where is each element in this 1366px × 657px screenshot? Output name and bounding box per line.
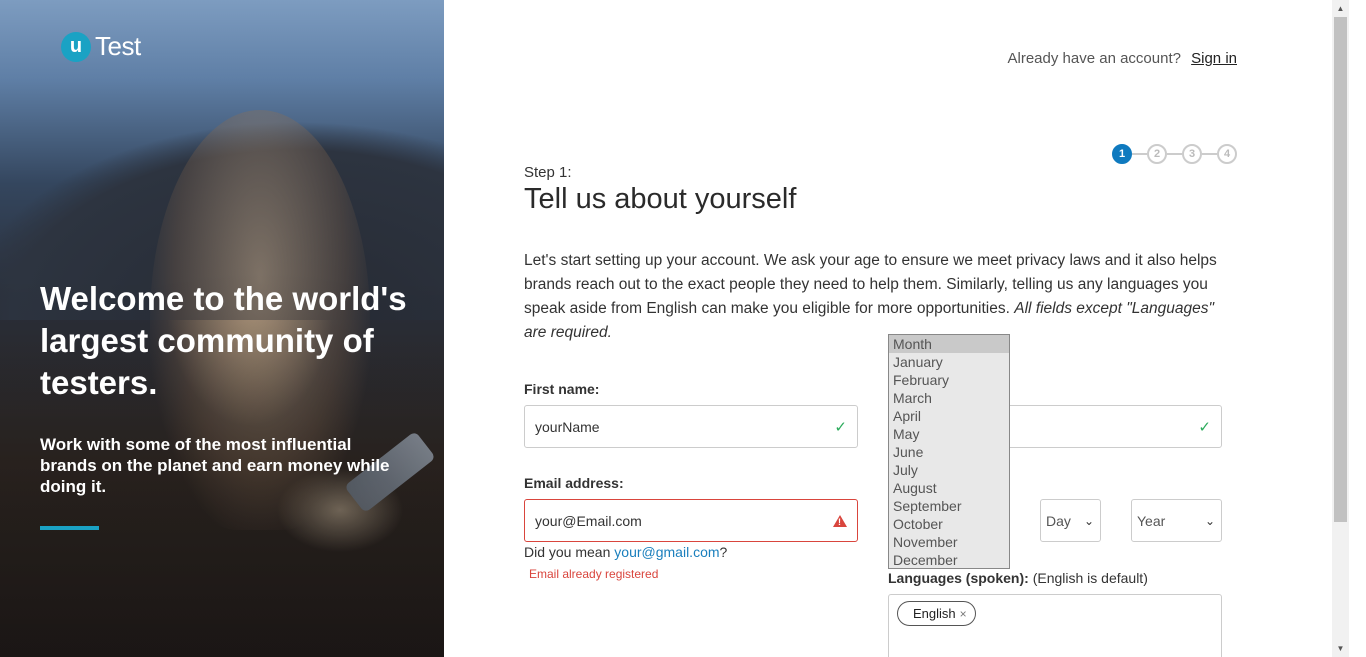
email-value: your@Email.com <box>535 512 642 529</box>
scroll-thumb[interactable] <box>1334 17 1347 522</box>
month-option[interactable]: April <box>889 407 1009 425</box>
first-name-value: yourName <box>535 418 600 435</box>
month-option[interactable]: January <box>889 353 1009 371</box>
email-suggestion: Did you mean your@gmail.com? <box>524 544 727 560</box>
month-option[interactable]: September <box>889 497 1009 515</box>
hero-panel: u Test Welcome to the world's largest co… <box>0 0 444 657</box>
check-icon: ✓ <box>834 418 847 436</box>
intro-text: Let's start setting up your account. We … <box>524 249 1234 345</box>
step-label: Step 1: <box>524 164 572 181</box>
language-chip[interactable]: English × <box>897 601 976 626</box>
month-dropdown-list[interactable]: Month January February March April May J… <box>888 334 1010 569</box>
first-name-label: First name: <box>524 381 600 397</box>
hero-subtitle: Work with some of the most influential b… <box>40 435 390 496</box>
month-option[interactable]: October <box>889 515 1009 533</box>
suggestion-suffix: ? <box>719 544 728 560</box>
languages-label-title: Languages (spoken): <box>888 570 1029 586</box>
hero-accent-bar <box>40 526 99 530</box>
page-title: Tell us about yourself <box>524 183 797 215</box>
suggested-email-link[interactable]: your@gmail.com <box>614 544 719 560</box>
email-error: Email already registered <box>529 567 659 581</box>
year-select[interactable]: Year ⌄ <box>1131 499 1222 542</box>
step-connector <box>1167 153 1182 155</box>
month-option[interactable]: February <box>889 371 1009 389</box>
day-select-value: Day <box>1046 512 1071 529</box>
month-option[interactable]: March <box>889 389 1009 407</box>
page-scrollbar[interactable]: ▲ ▼ <box>1332 0 1349 657</box>
chevron-down-icon: ⌄ <box>1204 513 1215 528</box>
step-connector <box>1202 153 1217 155</box>
signin-prompt-text: Already have an account? <box>1007 50 1181 67</box>
day-select[interactable]: Day ⌄ <box>1040 499 1101 542</box>
email-input[interactable]: your@Email.com ! <box>524 499 858 542</box>
year-select-value: Year <box>1137 512 1166 529</box>
first-name-input[interactable]: yourName ✓ <box>524 405 858 448</box>
month-option[interactable]: Month <box>889 335 1009 353</box>
languages-label-hint: (English is default) <box>1032 570 1148 586</box>
languages-label: Languages (spoken): (English is default) <box>888 570 1148 586</box>
month-option[interactable]: June <box>889 443 1009 461</box>
step-1: 1 <box>1112 144 1132 164</box>
logo-mark: u <box>61 31 91 62</box>
scroll-down-icon[interactable]: ▼ <box>1332 640 1349 657</box>
email-label: Email address: <box>524 475 624 491</box>
hero-title: Welcome to the world's largest community… <box>40 280 407 401</box>
step-connector <box>1132 153 1147 155</box>
utest-logo[interactable]: u Test <box>61 31 141 62</box>
step-3: 3 <box>1182 144 1202 164</box>
month-option[interactable]: July <box>889 461 1009 479</box>
step-4: 4 <box>1217 144 1237 164</box>
step-indicator: 1 2 3 4 <box>1112 144 1237 164</box>
signin-link[interactable]: Sign in <box>1191 50 1237 67</box>
suggestion-prefix: Did you mean <box>524 544 611 560</box>
month-option[interactable]: May <box>889 425 1009 443</box>
check-icon: ✓ <box>1198 418 1211 436</box>
language-chip-label: English <box>913 606 956 621</box>
languages-input[interactable]: English × <box>888 594 1222 657</box>
step-2: 2 <box>1147 144 1167 164</box>
scroll-up-icon[interactable]: ▲ <box>1332 0 1349 17</box>
remove-chip-icon[interactable]: × <box>960 607 967 621</box>
month-option[interactable]: August <box>889 479 1009 497</box>
warning-icon: ! <box>833 514 847 527</box>
month-option[interactable]: December <box>889 551 1009 569</box>
chevron-down-icon: ⌄ <box>1083 513 1094 528</box>
signin-prompt: Already have an account? Sign in <box>1008 50 1238 67</box>
month-option[interactable]: November <box>889 533 1009 551</box>
logo-text: Test <box>95 31 141 61</box>
